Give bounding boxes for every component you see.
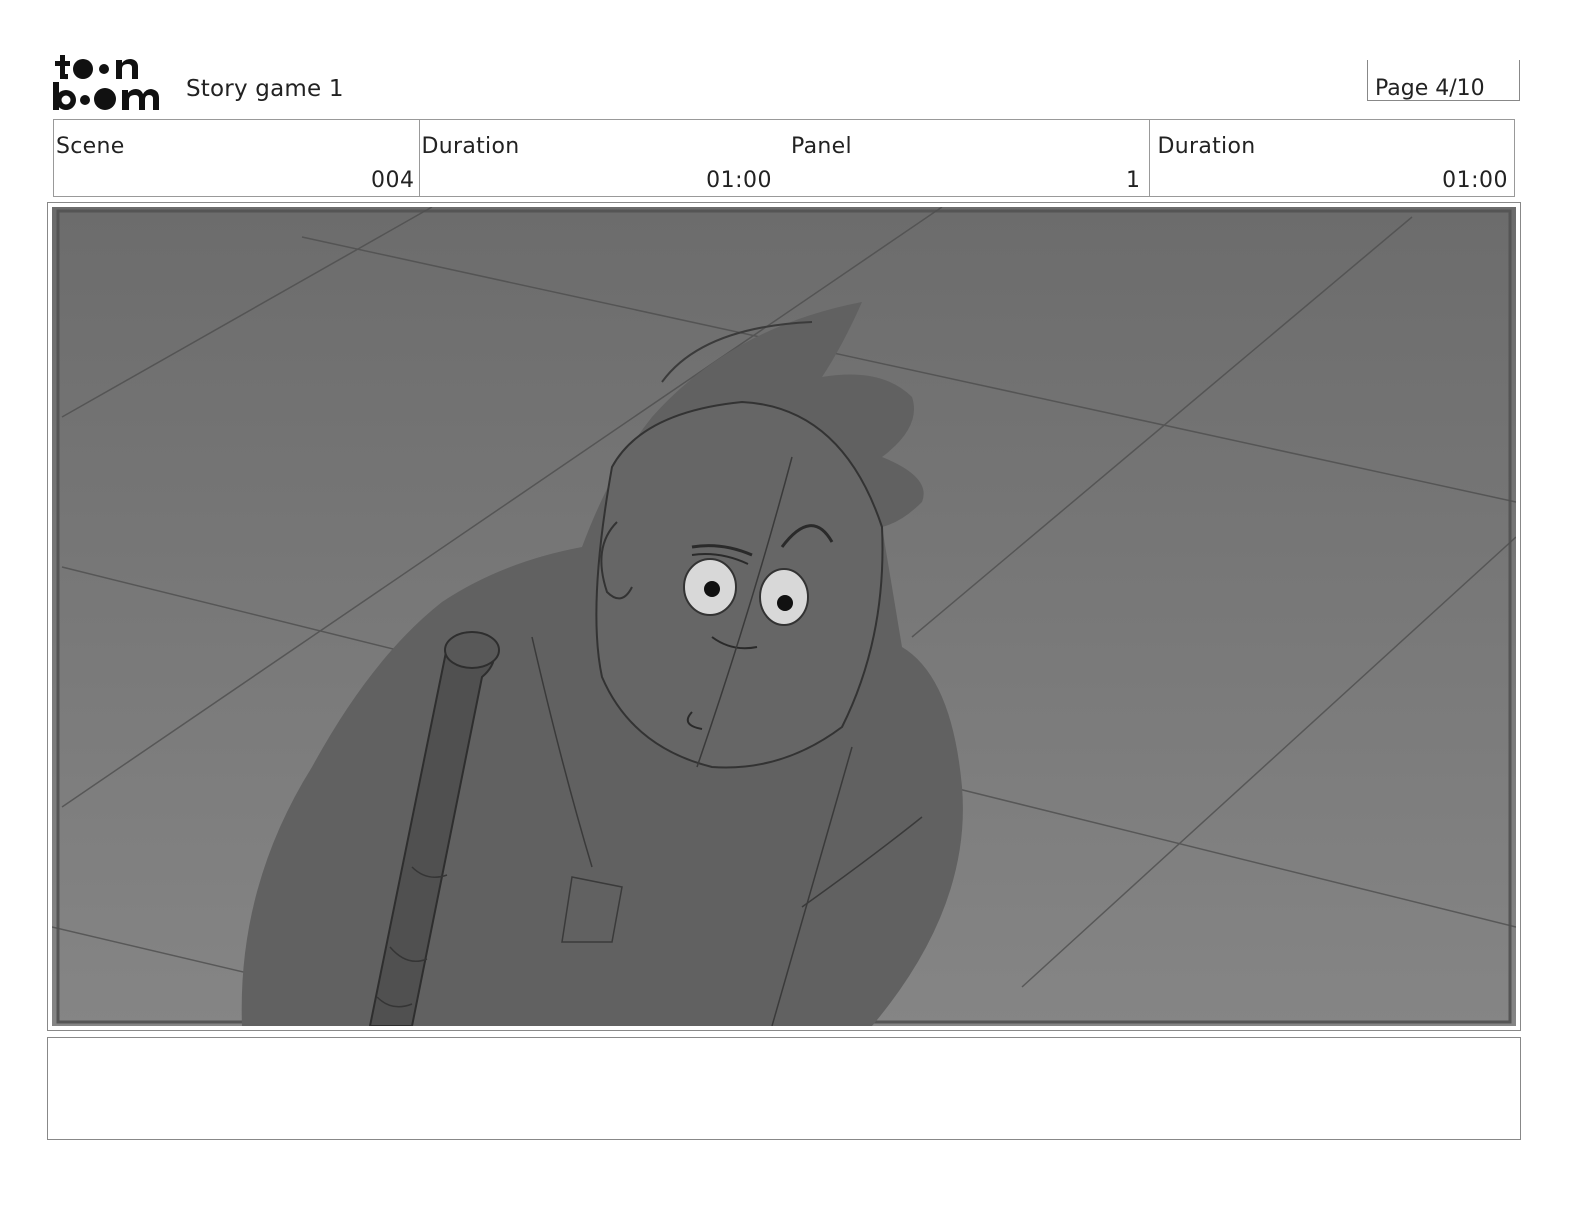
storyboard-sketch-image [52,207,1516,1026]
panel-cell: Panel 1 [784,120,1150,196]
storyboard-sketch-icon [52,207,1516,1026]
scene-cell: Scene 004 [54,120,420,196]
panel-label: Panel [791,134,852,159]
toonboom-logo [52,52,162,112]
panel-value: 1 [1126,168,1141,193]
storyboard-panel[interactable] [47,202,1521,1031]
project-title: Story game 1 [186,76,344,102]
scene-duration-cell: Duration 01:00 [420,120,785,196]
panel-duration-label: Duration [1157,134,1256,159]
toonboom-logo-icon [53,55,159,110]
scene-info-bar: Scene 004 Duration 01:00 Panel 1 Duratio… [53,119,1515,197]
scene-duration-value: 01:00 [706,168,772,193]
scene-duration-label: Duration [421,134,520,159]
scene-value: 004 [371,168,415,193]
panel-notes-box[interactable] [47,1037,1521,1140]
panel-duration-cell: Duration 01:00 [1150,120,1515,196]
page-indicator: Page 4/10 [1367,60,1520,101]
panel-notes-text [48,1038,1520,1054]
scene-label: Scene [56,134,125,159]
panel-duration-value: 01:00 [1442,168,1508,193]
page-label: Page 4/10 [1375,76,1485,101]
